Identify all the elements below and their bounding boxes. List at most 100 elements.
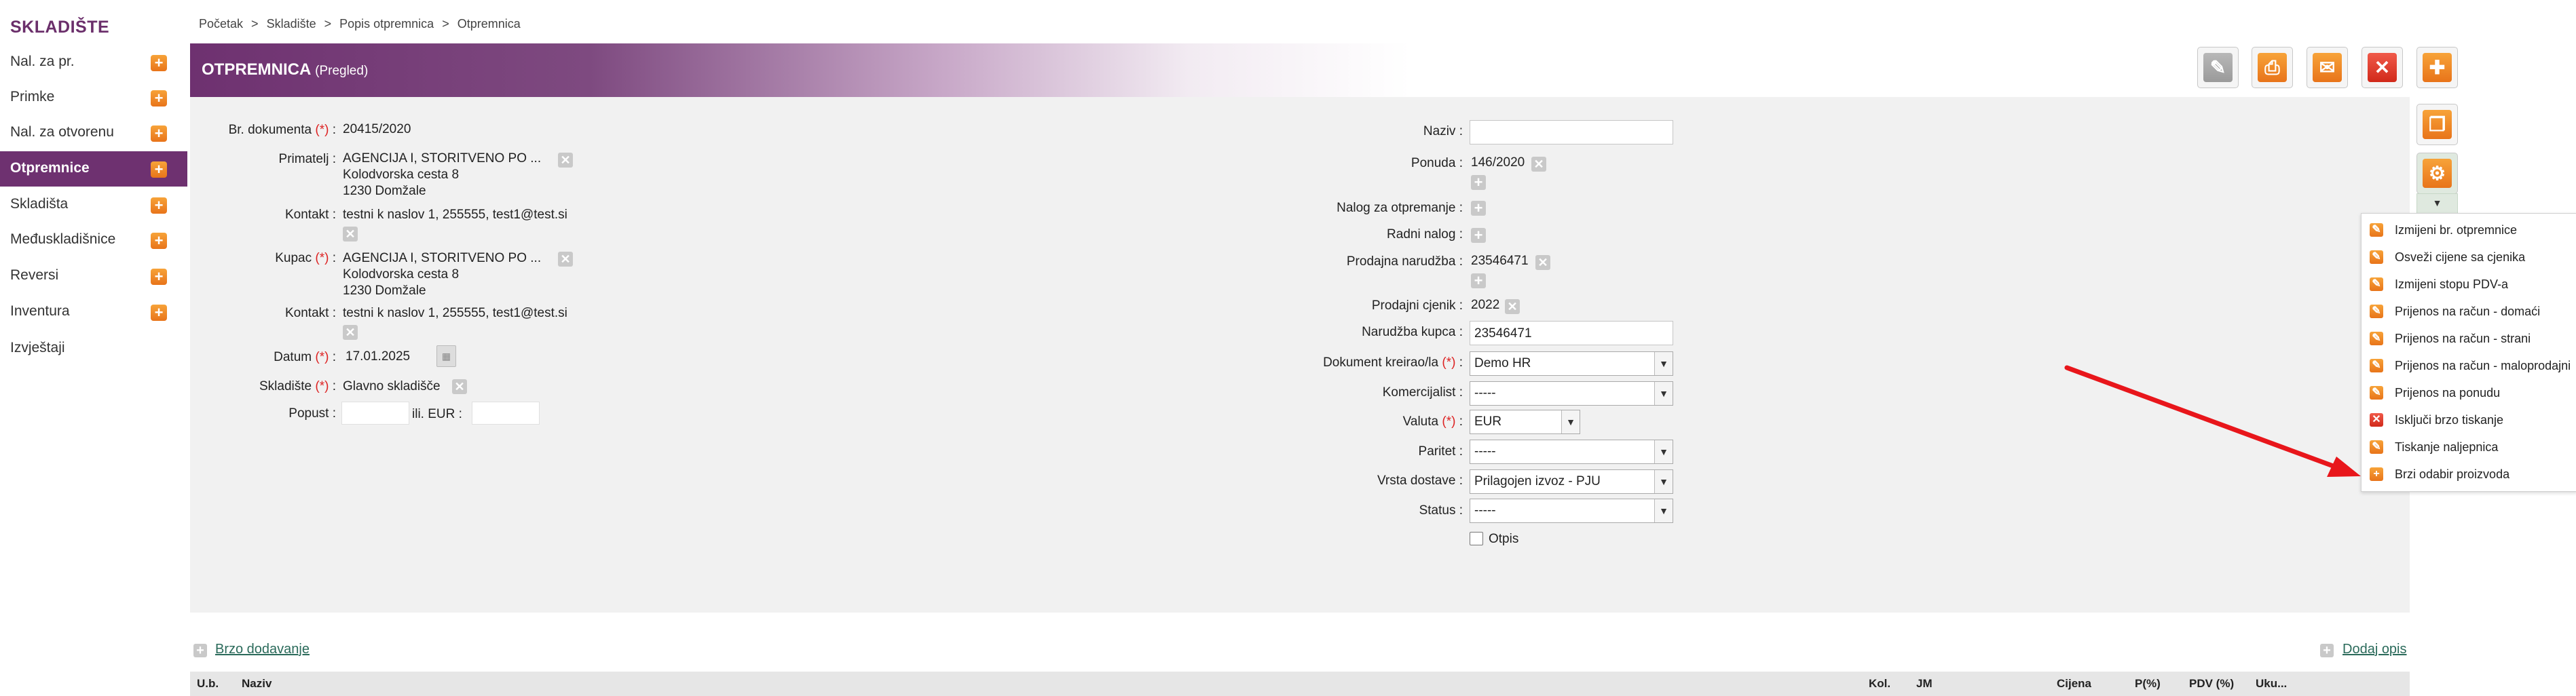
- menu-item[interactable]: ✎ Prijenos na ponudu: [2362, 379, 2576, 406]
- settings-dropdown-toggle[interactable]: ▼: [2416, 193, 2458, 214]
- breadcrumb-item-skladiste[interactable]: Skladište: [267, 17, 316, 31]
- prodajni-cjenik-value: 2022: [1471, 298, 1500, 312]
- skladiste-clear-button[interactable]: ✕: [452, 379, 467, 394]
- calendar-icon[interactable]: ▦: [436, 345, 456, 367]
- kupac-label: Kupac (*) :: [275, 251, 336, 265]
- brzo-dodavanje-link[interactable]: Brzo dodavanje: [215, 642, 310, 657]
- email-button[interactable]: ✉: [2307, 47, 2348, 88]
- close-icon: ✕: [560, 153, 571, 167]
- prodajna-narudzba-clear-button[interactable]: ✕: [1535, 255, 1550, 270]
- kontakt2-clear-button[interactable]: ✕: [343, 325, 358, 340]
- menu-item[interactable]: ✕ Isključi brzo tiskanje: [2362, 406, 2576, 433]
- sidebar-item[interactable]: Reversi +: [0, 258, 187, 294]
- menu-item[interactable]: ✎ Osveži cijene sa cjenika: [2362, 244, 2576, 271]
- plus-icon[interactable]: +: [151, 125, 167, 142]
- page-subtitle: (Pregled): [315, 64, 369, 78]
- chevron-down-icon: ▼: [1654, 470, 1673, 493]
- sidebar-item[interactable]: Nal. za pr. +: [0, 45, 187, 80]
- status-select[interactable]: ----- ▼: [1470, 499, 1673, 523]
- radni-nalog-add-button[interactable]: +: [1471, 228, 1486, 243]
- vrsta-dostave-label: Vrsta dostave :: [1377, 473, 1463, 488]
- col-ukupno[interactable]: Uku...: [2256, 677, 2287, 691]
- chevron-down-icon: ▼: [1654, 499, 1673, 522]
- sidebar-item[interactable]: Otpremnice +: [0, 151, 187, 187]
- prodajni-cjenik-clear-button[interactable]: ✕: [1505, 299, 1520, 314]
- datum-input[interactable]: 17.01.2025: [341, 345, 435, 369]
- col-pdv[interactable]: PDV (%): [2189, 677, 2234, 691]
- otpis-checkbox[interactable]: [1470, 532, 1483, 545]
- col-naziv[interactable]: Naziv: [242, 677, 272, 691]
- menu-item[interactable]: ✎ Prijenos na račun - domaći: [2362, 298, 2576, 325]
- close-icon: ✕: [345, 227, 356, 241]
- edit-button[interactable]: ✎: [2197, 47, 2239, 88]
- kontakt1-clear-button[interactable]: ✕: [343, 227, 358, 241]
- actions-dropdown-menu: ✎ Izmijeni br. otpremnice ✎ Osveži cijene s…: [2361, 213, 2576, 492]
- col-popust[interactable]: P(%): [2135, 677, 2161, 691]
- plus-icon[interactable]: +: [151, 55, 167, 71]
- menu-item[interactable]: ✎ Prijenos na račun - maloprodajni: [2362, 352, 2576, 379]
- col-ub[interactable]: U.b.: [197, 677, 219, 691]
- vrsta-dostave-select[interactable]: Prilagojen izvoz - PJU ▼: [1470, 469, 1673, 494]
- caret-down-icon: ▼: [2432, 197, 2442, 208]
- prodajna-narudzba-add-button[interactable]: +: [1471, 273, 1486, 288]
- menu-item[interactable]: ✎ Tiskanje naljepnica: [2362, 433, 2576, 461]
- plus-icon[interactable]: +: [151, 305, 167, 321]
- prodajni-cjenik-label: Prodajni cjenik :: [1371, 298, 1463, 313]
- dodaj-opis-link[interactable]: Dodaj opis: [2342, 642, 2407, 657]
- breadcrumb-item-popis[interactable]: Popis otpremnica: [339, 17, 434, 31]
- menu-item[interactable]: ✎ Izmijeni stopu PDV-a: [2362, 271, 2576, 298]
- sidebar-item[interactable]: Međuskladišnice +: [0, 223, 187, 258]
- popust-eur-input[interactable]: [472, 402, 540, 425]
- primatelj-clear-button[interactable]: ✕: [558, 153, 573, 168]
- sidebar-item[interactable]: Primke +: [0, 80, 187, 115]
- col-kol[interactable]: Kol.: [1869, 677, 1890, 691]
- delete-button[interactable]: ✕: [2362, 47, 2403, 88]
- sidebar-item-label: Međuskladišnice: [10, 231, 116, 247]
- ponuda-add-button[interactable]: +: [1471, 175, 1486, 190]
- narudzba-kupca-input[interactable]: 23546471: [1470, 321, 1673, 345]
- plus-icon[interactable]: +: [151, 161, 167, 178]
- items-table-header: U.b. Naziv Kol. JM Cijena P(%) PDV (%) U…: [190, 672, 2410, 696]
- sidebar-item[interactable]: Inventura +: [0, 294, 187, 330]
- sidebar-item-label: Reversi: [10, 267, 59, 283]
- valuta-select[interactable]: EUR ▼: [1470, 410, 1580, 434]
- plus-icon[interactable]: +: [151, 233, 167, 249]
- close-icon: ✕: [1537, 256, 1548, 269]
- plus-icon: +: [2320, 644, 2334, 657]
- naziv-label: Naziv :: [1423, 124, 1463, 138]
- add-button[interactable]: ✚: [2416, 47, 2458, 88]
- plus-icon[interactable]: +: [151, 90, 167, 107]
- sidebar-item[interactable]: Nal. za otvorenu +: [0, 115, 187, 151]
- ponuda-label: Ponuda :: [1411, 156, 1463, 170]
- edit-icon: ✎: [2370, 440, 2383, 454]
- kontakt2-value: testni k naslov 1, 255555, test1@test.si: [343, 306, 567, 320]
- kupac-clear-button[interactable]: ✕: [558, 252, 573, 267]
- primatelj-label: Primatelj :: [278, 152, 336, 166]
- plus-icon[interactable]: +: [151, 269, 167, 285]
- copy-button[interactable]: ❐: [2416, 104, 2458, 145]
- col-cijena[interactable]: Cijena: [2057, 677, 2091, 691]
- menu-item[interactable]: + Brzi odabir proizvoda: [2362, 461, 2576, 488]
- datum-label: Datum (*) :: [274, 350, 336, 364]
- sidebar-item[interactable]: Izvještaji: [0, 331, 187, 366]
- popust-percent-input[interactable]: [341, 402, 409, 425]
- sidebar-item[interactable]: Skladišta +: [0, 187, 187, 223]
- plus-icon[interactable]: +: [151, 197, 167, 214]
- komercijalist-select[interactable]: ----- ▼: [1470, 381, 1673, 406]
- breadcrumb: Početak > Skladište > Popis otpremnica > Otpre…: [199, 17, 521, 31]
- sidebar-item-label: Skladišta: [10, 196, 69, 212]
- naziv-input[interactable]: [1470, 120, 1673, 144]
- menu-item[interactable]: ✎ Prijenos na račun - strani: [2362, 325, 2576, 352]
- breadcrumb-item-pocetak[interactable]: Početak: [199, 17, 243, 31]
- ponuda-clear-button[interactable]: ✕: [1531, 157, 1546, 172]
- nalog-otpremanje-add-button[interactable]: +: [1471, 201, 1486, 216]
- plus-icon: +: [1474, 199, 1483, 216]
- col-jm[interactable]: JM: [1916, 677, 1933, 691]
- paritet-select[interactable]: ----- ▼: [1470, 440, 1673, 464]
- printer-icon: ⎙: [2258, 53, 2287, 82]
- dokument-kreirao-select[interactable]: Demo HR ▼: [1470, 351, 1673, 376]
- copy-icon: ❐: [2423, 110, 2452, 139]
- menu-item[interactable]: ✎ Izmijeni br. otpremnice: [2362, 216, 2576, 244]
- settings-button[interactable]: ⚙: [2416, 153, 2458, 194]
- print-button[interactable]: ⎙: [2252, 47, 2293, 88]
